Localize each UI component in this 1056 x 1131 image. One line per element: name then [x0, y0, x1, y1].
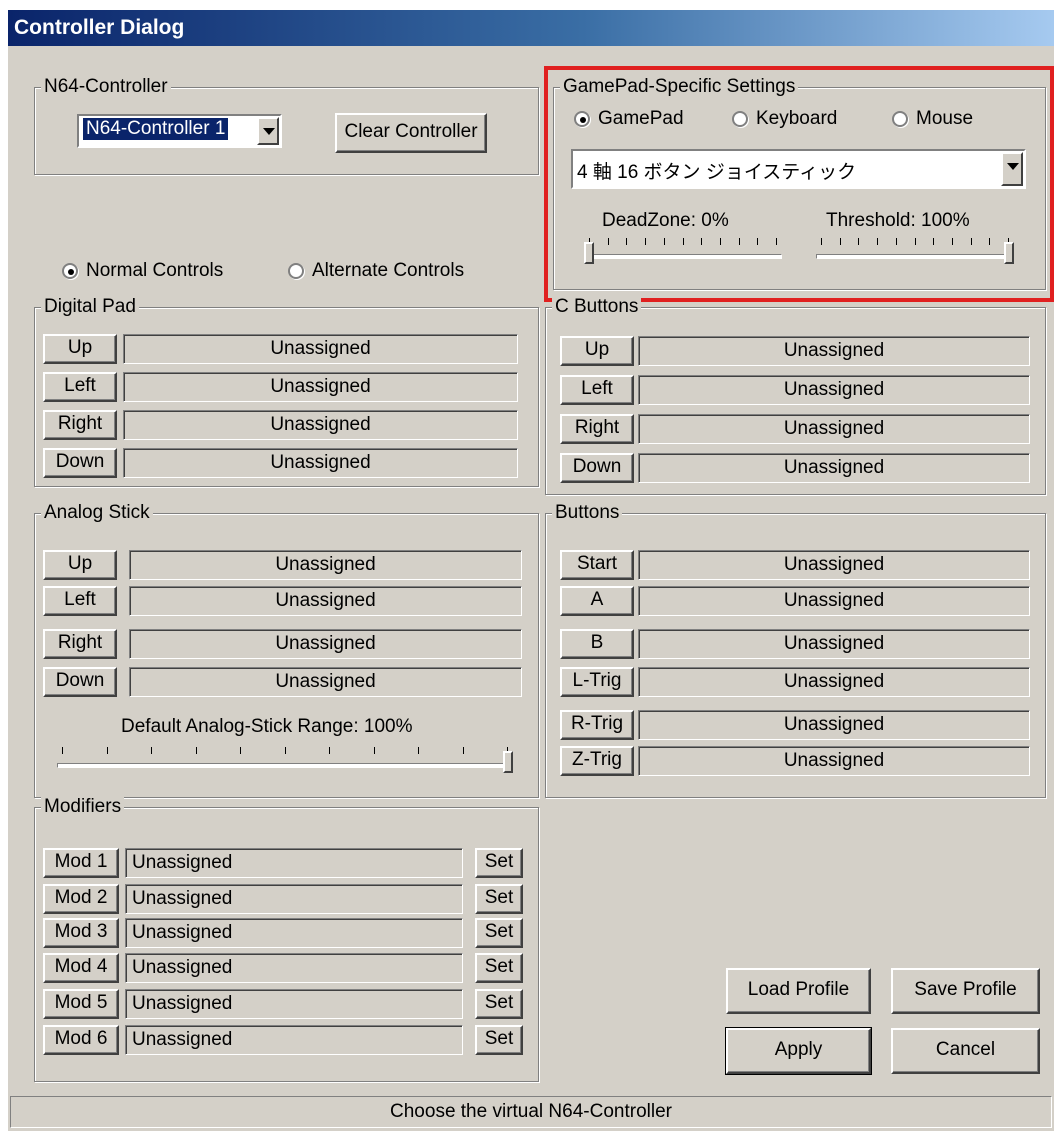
- a-value: Unassigned: [638, 586, 1030, 616]
- n64-controller-group: N64-Controller N64-Controller 1 Clear Co…: [34, 76, 539, 175]
- radio-alternate-controls-indicator: [288, 263, 304, 279]
- mod-2-set-button[interactable]: Set: [475, 884, 523, 914]
- clear-controller-button[interactable]: Clear Controller: [335, 113, 487, 153]
- buttons-group-title: Buttons: [552, 502, 623, 524]
- analog-up-value: Unassigned: [129, 550, 522, 580]
- analog-range-slider-ticks: [57, 747, 513, 755]
- analog-right-value: Unassigned: [129, 629, 522, 659]
- save-profile-button[interactable]: Save Profile: [891, 968, 1040, 1014]
- digital-right-value: Unassigned: [123, 410, 518, 440]
- mod-2-value: Unassigned: [125, 884, 463, 914]
- digital-right-button[interactable]: Right: [43, 410, 117, 440]
- mod-1-button[interactable]: Mod 1: [43, 848, 119, 878]
- l-trig-button[interactable]: L-Trig: [560, 667, 634, 697]
- c-down-button[interactable]: Down: [560, 453, 634, 483]
- digital-down-button[interactable]: Down: [43, 448, 117, 478]
- slider-tick: [195, 747, 197, 754]
- analog-stick-group-title: Analog Stick: [41, 502, 153, 524]
- c-left-button[interactable]: Left: [560, 375, 634, 405]
- digital-up-button[interactable]: Up: [43, 334, 117, 364]
- mod-6-set-button[interactable]: Set: [475, 1025, 523, 1055]
- r-trig-button[interactable]: R-Trig: [560, 710, 634, 740]
- slider-tick: [329, 747, 330, 754]
- c-buttons-group-title: C Buttons: [552, 296, 642, 318]
- status-text: Choose the virtual N64-Controller: [390, 1101, 672, 1122]
- analog-range-slider[interactable]: [57, 747, 513, 777]
- load-profile-button[interactable]: Load Profile: [726, 968, 871, 1014]
- b-value: Unassigned: [638, 629, 1030, 659]
- mod-5-set-button[interactable]: Set: [475, 989, 523, 1019]
- c-right-button[interactable]: Right: [560, 414, 634, 444]
- digital-pad-group: Digital Pad Up Unassigned Left Unassigne…: [34, 296, 539, 487]
- analog-stick-group: Analog Stick Up Unassigned Left Unassign…: [34, 502, 539, 798]
- analog-range-slider-track: [57, 763, 513, 768]
- mod-3-value: Unassigned: [125, 918, 463, 948]
- analog-up-button[interactable]: Up: [43, 550, 117, 580]
- highlight-annotation: [544, 66, 1054, 302]
- r-trig-value: Unassigned: [638, 710, 1030, 740]
- mod-4-button[interactable]: Mod 4: [43, 953, 119, 983]
- controller-dialog-window: Controller Dialog N64-Controller N64-Con…: [8, 10, 1054, 1131]
- modifiers-group-title: Modifiers: [41, 796, 125, 818]
- analog-down-value: Unassigned: [129, 667, 522, 697]
- digital-left-value: Unassigned: [123, 372, 518, 402]
- modifiers-group: Modifiers Mod 1 Unassigned Set Mod 2 Una…: [34, 796, 539, 1082]
- analog-left-button[interactable]: Left: [43, 586, 117, 616]
- l-trig-value: Unassigned: [638, 667, 1030, 697]
- apply-button[interactable]: Apply: [725, 1027, 872, 1075]
- radio-alternate-controls-label: Alternate Controls: [312, 260, 465, 281]
- analog-range-slider-thumb[interactable]: [503, 751, 513, 773]
- mod-4-value: Unassigned: [125, 953, 463, 983]
- status-bar: Choose the virtual N64-Controller: [10, 1096, 1052, 1128]
- analog-range-label: Default Analog-Stick Range: 100%: [121, 716, 413, 737]
- c-up-value: Unassigned: [638, 336, 1030, 366]
- start-value: Unassigned: [638, 550, 1030, 580]
- digital-up-value: Unassigned: [123, 334, 518, 364]
- cancel-button[interactable]: Cancel: [891, 1028, 1040, 1074]
- slider-tick: [418, 747, 419, 754]
- c-left-value: Unassigned: [638, 375, 1030, 405]
- slider-tick: [151, 747, 152, 754]
- mod-6-value: Unassigned: [125, 1025, 463, 1055]
- controller-select[interactable]: N64-Controller 1: [77, 114, 282, 148]
- z-trig-value: Unassigned: [638, 746, 1030, 776]
- slider-tick: [62, 747, 63, 754]
- mod-6-button[interactable]: Mod 6: [43, 1025, 119, 1055]
- mod-3-set-button[interactable]: Set: [475, 918, 523, 948]
- slider-tick: [284, 747, 286, 754]
- mod-4-set-button[interactable]: Set: [475, 953, 523, 983]
- mod-1-value: Unassigned: [125, 848, 463, 878]
- digital-down-value: Unassigned: [123, 448, 518, 478]
- c-buttons-group: C Buttons Up Unassigned Left Unassigned …: [545, 296, 1046, 495]
- analog-down-button[interactable]: Down: [43, 667, 117, 697]
- radio-normal-controls-indicator: [62, 263, 78, 279]
- slider-tick: [462, 747, 464, 754]
- analog-right-button[interactable]: Right: [43, 629, 117, 659]
- slider-tick: [106, 747, 108, 754]
- c-down-value: Unassigned: [638, 453, 1030, 483]
- c-up-button[interactable]: Up: [560, 336, 634, 366]
- mod-3-button[interactable]: Mod 3: [43, 918, 119, 948]
- mod-5-button[interactable]: Mod 5: [43, 989, 119, 1019]
- c-right-value: Unassigned: [638, 414, 1030, 444]
- start-button[interactable]: Start: [560, 550, 634, 580]
- analog-left-value: Unassigned: [129, 586, 522, 616]
- a-button[interactable]: A: [560, 586, 634, 616]
- digital-left-button[interactable]: Left: [43, 372, 117, 402]
- slider-tick: [373, 747, 375, 754]
- digital-pad-group-title: Digital Pad: [41, 296, 139, 318]
- b-button[interactable]: B: [560, 629, 634, 659]
- mod-5-value: Unassigned: [125, 989, 463, 1019]
- title-bar[interactable]: Controller Dialog: [8, 10, 1054, 46]
- controller-select-value: N64-Controller 1: [81, 117, 230, 141]
- window-title: Controller Dialog: [14, 16, 185, 39]
- mod-1-set-button[interactable]: Set: [475, 848, 523, 878]
- radio-normal-controls-label: Normal Controls: [86, 260, 224, 281]
- mod-2-button[interactable]: Mod 2: [43, 884, 119, 914]
- buttons-group: Buttons Start Unassigned A Unassigned B …: [545, 502, 1046, 798]
- z-trig-button[interactable]: Z-Trig: [560, 746, 634, 776]
- slider-tick: [240, 747, 241, 754]
- chevron-down-icon[interactable]: [257, 117, 279, 145]
- n64-controller-group-title: N64-Controller: [41, 76, 171, 98]
